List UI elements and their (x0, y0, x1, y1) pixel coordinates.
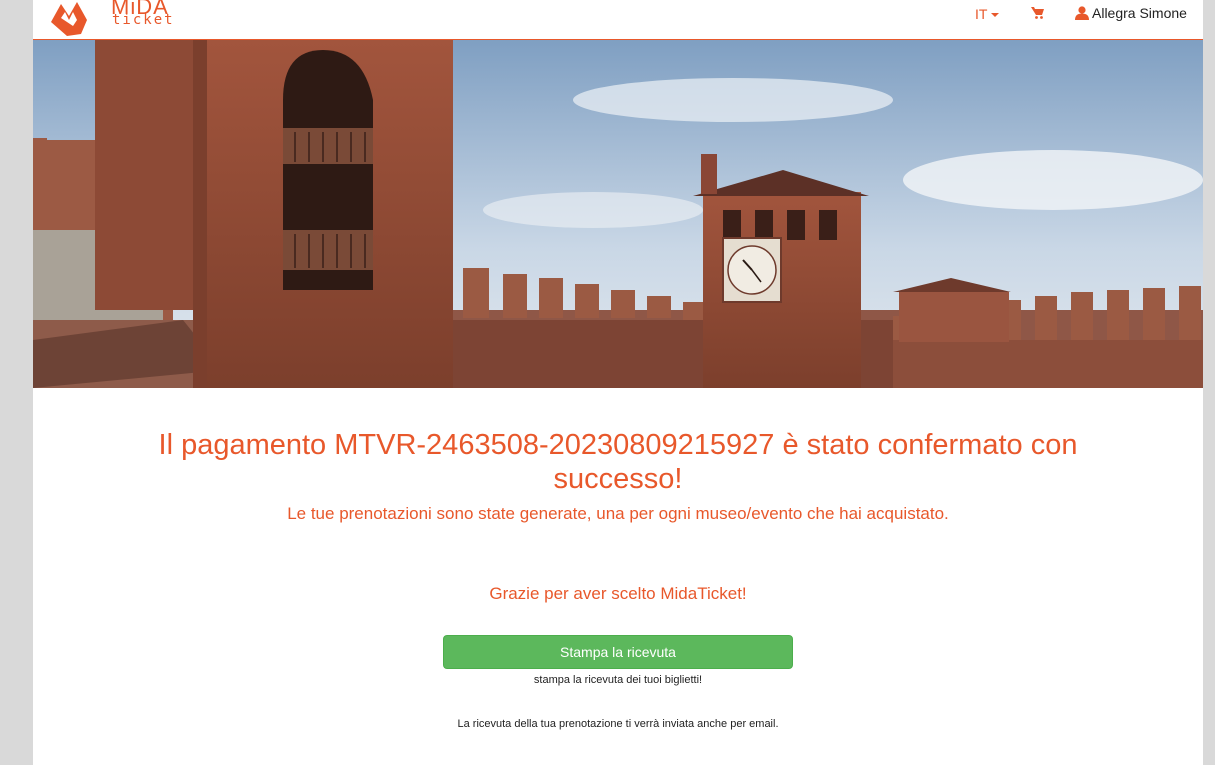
user-icon (1075, 6, 1089, 20)
email-receipt-note: La ricevuta della tua prenotazione ti ve… (457, 718, 779, 730)
confirmation-title: Il pagamento MTVR-2463508-20230809215927… (158, 429, 1078, 495)
print-receipt-hint: stampa la ricevuta dei tuoi biglietti! (533, 674, 703, 686)
print-receipt-button[interactable]: Stampa la ricevuta (443, 635, 793, 669)
brand-logo[interactable]: MiDA ticket (47, 0, 173, 40)
confirmation-subtitle: Le tue prenotazioni sono state generate,… (287, 504, 949, 523)
cart-button[interactable] (1031, 6, 1047, 22)
user-name: Allegra Simone (1092, 5, 1187, 21)
hero-castle-image (33, 40, 1203, 388)
thank-you-message: Grazie per aver scelto MidaTicket! (489, 584, 747, 603)
castle-photo (33, 40, 1203, 388)
mida-logo-icon (51, 2, 87, 36)
shopping-cart-icon (1031, 7, 1044, 19)
user-menu[interactable]: Allegra Simone (1075, 5, 1187, 21)
logo-text-ticket: ticket (112, 12, 175, 28)
chevron-down-icon (991, 13, 1000, 18)
top-navbar: MiDA ticket IT Allegra Simone (33, 0, 1203, 40)
language-dropdown[interactable]: IT (975, 6, 1000, 22)
page-container: MiDA ticket IT Allegra Simone Il pagamen… (33, 0, 1203, 765)
language-label: IT (975, 6, 988, 22)
